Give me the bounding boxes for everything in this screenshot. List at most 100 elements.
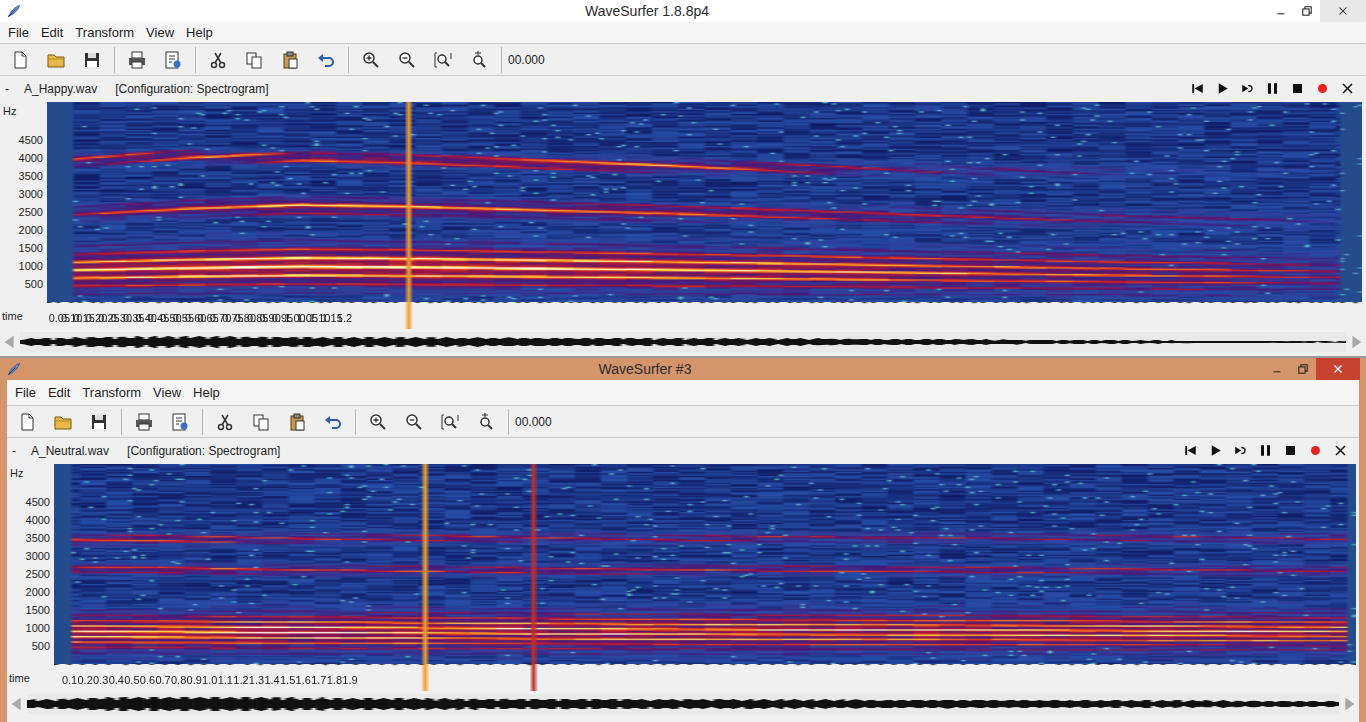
window-controls (1264, 358, 1366, 380)
toolbar-separator (121, 409, 122, 435)
properties-icon[interactable] (155, 46, 191, 74)
menu-item[interactable]: View (147, 383, 187, 403)
menu-item[interactable]: File (2, 23, 35, 43)
close-sound-icon[interactable] (1335, 78, 1360, 100)
time-tick: 1.2 (337, 313, 352, 324)
open-folder-icon[interactable] (38, 46, 74, 74)
time-display: 00.000 (515, 413, 552, 431)
record-icon[interactable] (1310, 78, 1335, 100)
scroll-left-icon[interactable] (7, 694, 27, 714)
pause-icon[interactable] (1260, 78, 1285, 100)
play-icon[interactable] (1203, 440, 1228, 462)
zoom-all-icon[interactable] (432, 408, 468, 436)
waveform-overview[interactable] (27, 694, 1339, 714)
menu-item[interactable]: File (9, 383, 42, 403)
open-folder-icon[interactable] (45, 408, 81, 436)
properties-icon[interactable] (162, 408, 198, 436)
zoom-all-icon[interactable] (425, 46, 461, 74)
app-feather-icon (2, 0, 26, 22)
copy-icon[interactable] (236, 46, 272, 74)
close-icon[interactable] (1320, 0, 1366, 22)
minimize-icon[interactable] (1268, 0, 1294, 22)
spectrogram-view[interactable] (47, 102, 1362, 302)
zoom-out-icon[interactable] (396, 408, 432, 436)
toolbar-separator (114, 47, 115, 73)
app-feather-icon (2, 358, 26, 380)
zoom-in-icon[interactable] (353, 46, 389, 74)
stop-icon[interactable] (1278, 440, 1303, 462)
spectrogram-view[interactable] (54, 464, 1356, 664)
spectrogram-canvas[interactable] (47, 102, 1362, 302)
menu-item[interactable]: Transform (69, 23, 140, 43)
time-ruler[interactable]: 0.050.100.150.200.250.300.350.400.450.50… (47, 302, 1362, 329)
save-disk-icon[interactable] (81, 408, 117, 436)
toolbar-separator (202, 409, 203, 435)
menu-item[interactable]: View (140, 23, 180, 43)
spectrogram-canvas[interactable] (54, 464, 1356, 664)
menu-item[interactable]: Help (187, 383, 226, 403)
menu-item[interactable]: Edit (35, 23, 69, 43)
close-icon[interactable] (1316, 358, 1360, 380)
record-icon[interactable] (1303, 440, 1328, 462)
print-icon[interactable] (119, 46, 155, 74)
title-bar[interactable]: WaveSurfer 1.8.8p4 (0, 0, 1366, 22)
print-icon[interactable] (126, 408, 162, 436)
time-tick: 0.7 (155, 675, 170, 686)
save-disk-icon[interactable] (74, 46, 110, 74)
menu-item[interactable]: Edit (42, 383, 76, 403)
restore-icon[interactable] (1294, 0, 1320, 22)
sound-menu-button[interactable]: - (7, 442, 29, 460)
time-tick: 1.4 (264, 675, 279, 686)
menu-bar: FileEditTransformViewHelp (7, 380, 1359, 405)
time-ruler[interactable]: 0.10.20.30.40.50.60.70.80.91.01.11.21.31… (54, 664, 1356, 691)
scroll-right-icon[interactable] (1346, 332, 1366, 352)
new-file-icon[interactable] (2, 46, 38, 74)
time-tick: 0.5 (124, 675, 139, 686)
time-axis-label: time (7, 664, 54, 691)
scroll-left-icon[interactable] (0, 332, 20, 352)
cut-scissors-icon[interactable] (207, 408, 243, 436)
waveform-canvas (20, 332, 1346, 352)
frequency-tick: 4000 (19, 153, 43, 164)
restore-icon[interactable] (1290, 358, 1316, 380)
configuration-label: [Configuration: Spectrogram] (127, 442, 280, 460)
app-window: WaveSurfer #3FileEditTransformViewHelp00… (0, 358, 1366, 722)
spectrogram-pane: Hz45004000350030002500200015001000500 (7, 464, 1359, 664)
zoom-selection-icon[interactable] (468, 408, 504, 436)
sound-header: -A_Happy.wav[Configuration: Spectrogram] (0, 76, 1366, 101)
undo-arrow-icon[interactable] (308, 46, 344, 74)
stop-icon[interactable] (1285, 78, 1310, 100)
copy-icon[interactable] (243, 408, 279, 436)
menu-item[interactable]: Help (180, 23, 219, 43)
frequency-tick: 4500 (19, 135, 43, 146)
skip-to-start-icon[interactable] (1178, 440, 1203, 462)
play-loop-icon[interactable] (1228, 440, 1253, 462)
pause-icon[interactable] (1253, 440, 1278, 462)
time-axis: time0.050.100.150.200.250.300.350.400.45… (0, 302, 1366, 329)
waveform-scrollbar[interactable] (0, 329, 1366, 355)
paste-clipboard-icon[interactable] (279, 408, 315, 436)
skip-to-start-icon[interactable] (1185, 78, 1210, 100)
menu-item[interactable]: Transform (76, 383, 147, 403)
spectrogram-pane: Hz45004000350030002500200015001000500 (0, 102, 1366, 302)
toolbar: 00.000 (0, 43, 1366, 76)
play-loop-icon[interactable] (1235, 78, 1260, 100)
zoom-in-icon[interactable] (360, 408, 396, 436)
zoom-out-icon[interactable] (389, 46, 425, 74)
undo-arrow-icon[interactable] (315, 408, 351, 436)
time-tick: 1.2 (233, 675, 248, 686)
new-file-icon[interactable] (9, 408, 45, 436)
toolbar: 00.000 (7, 405, 1359, 438)
close-sound-icon[interactable] (1328, 440, 1353, 462)
title-bar[interactable]: WaveSurfer #3 (0, 358, 1366, 380)
play-icon[interactable] (1210, 78, 1235, 100)
cut-scissors-icon[interactable] (200, 46, 236, 74)
paste-clipboard-icon[interactable] (272, 46, 308, 74)
scroll-right-icon[interactable] (1339, 694, 1359, 714)
waveform-overview[interactable] (20, 332, 1346, 352)
waveform-scrollbar[interactable] (7, 691, 1359, 717)
sound-menu-button[interactable]: - (0, 80, 22, 98)
configuration-label: [Configuration: Spectrogram] (115, 80, 268, 98)
minimize-icon[interactable] (1264, 358, 1290, 380)
zoom-selection-icon[interactable] (461, 46, 497, 74)
